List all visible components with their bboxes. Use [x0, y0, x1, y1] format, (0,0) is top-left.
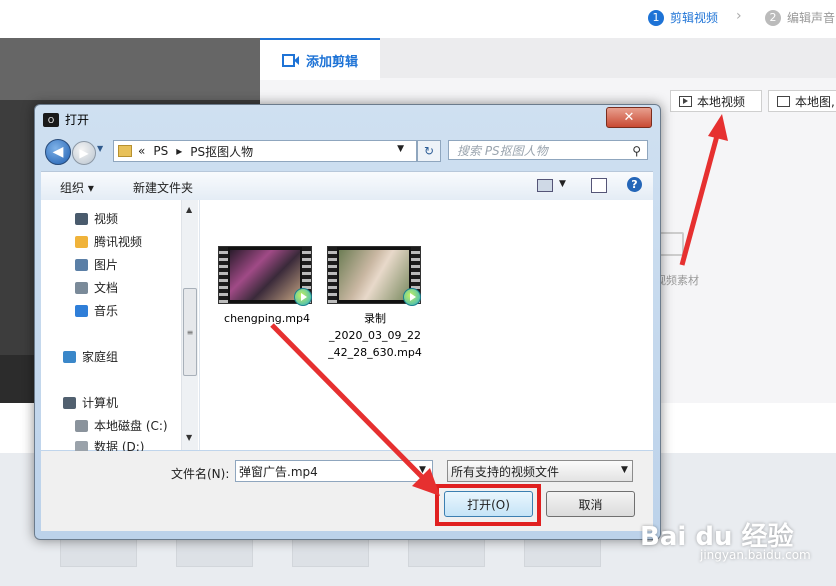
arrow-to-open — [270, 323, 440, 496]
watermark-url: jingyan.baidu.com — [700, 548, 811, 562]
arrow-to-local-video — [679, 114, 728, 266]
annotation-arrows — [270, 114, 728, 496]
